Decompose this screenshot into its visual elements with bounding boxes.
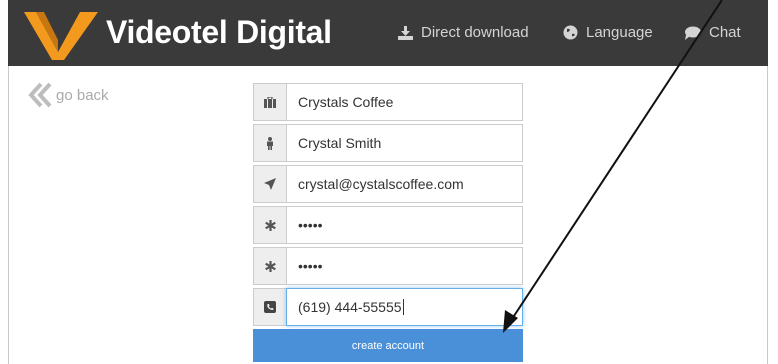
annotation-arrow [503, 0, 723, 333]
